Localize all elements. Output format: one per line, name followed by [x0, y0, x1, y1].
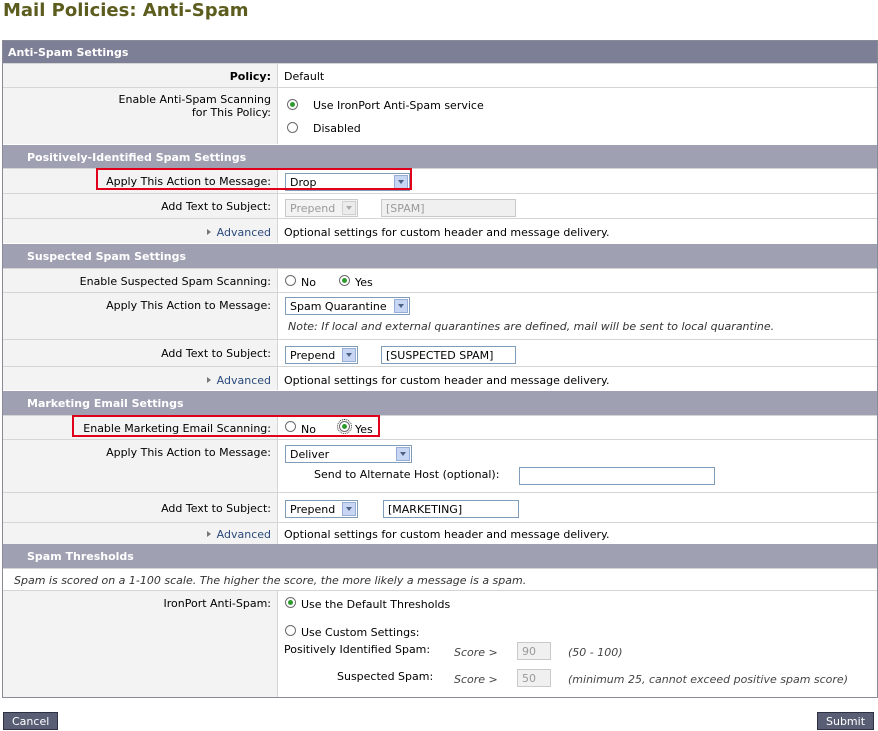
- marketing-advanced-row: Advanced Optional settings for custom he…: [3, 522, 877, 544]
- positive-score-prefix: Score >: [454, 646, 498, 659]
- positive-advanced-description: Optional settings for custom header and …: [284, 226, 610, 239]
- marketing-advanced-link[interactable]: Advanced: [206, 528, 271, 541]
- marketing-section-header: Marketing Email Settings: [3, 391, 877, 415]
- policy-value: Default: [284, 70, 325, 83]
- spam-thresholds-section-header: Spam Thresholds: [3, 544, 877, 568]
- suspected-advanced-row: Advanced Optional settings for custom he…: [3, 366, 877, 390]
- chevron-down-icon: [394, 299, 408, 313]
- positive-threshold-input[interactable]: 90: [517, 642, 551, 660]
- suspected-enable-row: Enable Suspected Spam Scanning: No Yes: [3, 268, 877, 292]
- positive-subject-mode-value: Prepend: [290, 202, 336, 215]
- suspected-subject-text-input[interactable]: [SUSPECTED SPAM]: [381, 346, 516, 364]
- thresholds-settings-row: IronPort Anti-Spam: Use the Default Thre…: [3, 590, 877, 697]
- suspected-advanced-label[interactable]: Advanced: [217, 374, 271, 387]
- suspected-spam-section-header: Suspected Spam Settings: [3, 244, 877, 268]
- submit-button[interactable]: Submit: [817, 712, 875, 730]
- suspected-subject-row: Add Text to Subject: Prepend [SUSPECTED …: [3, 339, 877, 366]
- suspected-subject-mode-select[interactable]: Prepend: [285, 346, 358, 364]
- positive-spam-section-header: Positively-Identified Spam Settings: [3, 145, 877, 168]
- alternate-host-input[interactable]: [519, 467, 715, 485]
- suspected-advanced-description: Optional settings for custom header and …: [284, 374, 610, 387]
- suspected-threshold-label: Suspected Spam:: [337, 670, 434, 683]
- positive-action-highlight: [96, 168, 412, 190]
- anti-spam-panel: Anti-Spam Settings Policy: Default Enabl…: [2, 40, 878, 698]
- marketing-subject-mode-select[interactable]: Prepend: [285, 500, 358, 518]
- suspected-action-row: Apply This Action to Message: Spam Quara…: [3, 292, 877, 339]
- positive-subject-mode-select[interactable]: Prepend: [285, 199, 358, 217]
- page-title: Mail Policies: Anti-Spam: [3, 0, 249, 21]
- default-thresholds-radio[interactable]: [285, 597, 296, 608]
- marketing-subject-mode-value: Prepend: [290, 503, 336, 516]
- marketing-action-value: Deliver: [290, 448, 330, 461]
- marketing-action-label: Apply This Action to Message:: [106, 446, 271, 459]
- custom-settings-radio[interactable]: [285, 625, 296, 636]
- marketing-advanced-label[interactable]: Advanced: [217, 528, 271, 541]
- positive-threshold-range: (50 - 100): [568, 646, 623, 659]
- enable-antispam-label-line2: for This Policy:: [191, 106, 271, 119]
- enable-antispam-label-line1: Enable Anti-Spam Scanning: [118, 93, 271, 106]
- positive-advanced-label[interactable]: Advanced: [217, 226, 271, 239]
- chevron-down-icon: [342, 502, 356, 516]
- suspected-yes-radio[interactable]: [339, 275, 350, 286]
- ironport-service-label[interactable]: Use IronPort Anti-Spam service: [313, 99, 484, 112]
- suspected-no-radio[interactable]: [285, 275, 296, 286]
- marketing-subject-text-input[interactable]: [MARKETING]: [383, 500, 519, 518]
- positive-advanced-row: Advanced Optional settings for custom he…: [3, 218, 877, 243]
- disabled-label[interactable]: Disabled: [313, 122, 361, 135]
- marketing-action-row: Apply This Action to Message: Deliver Se…: [3, 439, 877, 492]
- marketing-subject-row: Add Text to Subject: Prepend [MARKETING]: [3, 492, 877, 522]
- suspected-subject-mode-value: Prepend: [290, 349, 336, 362]
- suspected-threshold-range: (minimum 25, cannot exceed positive spam…: [568, 673, 848, 686]
- chevron-down-icon: [396, 447, 410, 461]
- positive-threshold-label: Positively Identified Spam:: [284, 643, 431, 656]
- positive-subject-row: Add Text to Subject: Prepend [SPAM]: [3, 193, 877, 218]
- anti-spam-settings-header: Anti-Spam Settings: [3, 41, 877, 63]
- suspected-score-prefix: Score >: [454, 673, 498, 686]
- marketing-advanced-description: Optional settings for custom header and …: [284, 528, 610, 541]
- suspected-threshold-input[interactable]: 50: [517, 669, 551, 687]
- positive-subject-text-input[interactable]: [SPAM]: [381, 199, 516, 217]
- chevron-down-icon: [342, 348, 356, 362]
- suspected-yes-label[interactable]: Yes: [355, 276, 373, 289]
- expand-triangle-icon: [206, 377, 211, 383]
- suspected-advanced-link[interactable]: Advanced: [206, 374, 271, 387]
- cancel-button[interactable]: Cancel: [3, 712, 59, 730]
- marketing-subject-label: Add Text to Subject:: [161, 502, 271, 515]
- thresholds-scale-note: Spam is scored on a 1-100 scale. The hig…: [14, 574, 527, 587]
- enable-antispam-row: Enable Anti-Spam Scanning for This Polic…: [3, 87, 877, 144]
- suspected-subject-label: Add Text to Subject:: [161, 347, 271, 360]
- suspected-action-select[interactable]: Spam Quarantine: [285, 297, 410, 315]
- chevron-down-icon: [342, 201, 356, 215]
- disabled-radio[interactable]: [287, 122, 298, 133]
- positive-advanced-link[interactable]: Advanced: [206, 226, 271, 239]
- custom-settings-label[interactable]: Use Custom Settings:: [301, 626, 420, 639]
- suspected-action-value: Spam Quarantine: [290, 300, 387, 313]
- default-thresholds-label[interactable]: Use the Default Thresholds: [301, 598, 450, 611]
- suspected-enable-label: Enable Suspected Spam Scanning:: [79, 275, 271, 288]
- suspected-action-label: Apply This Action to Message:: [106, 299, 271, 312]
- thresholds-note-row: Spam is scored on a 1-100 scale. The hig…: [3, 568, 877, 590]
- marketing-enable-highlight: [72, 415, 380, 437]
- suspected-quarantine-note: Note: If local and external quarantines …: [288, 320, 775, 333]
- ironport-antispam-label: IronPort Anti-Spam:: [163, 597, 272, 610]
- alternate-host-label: Send to Alternate Host (optional):: [314, 468, 500, 481]
- expand-triangle-icon: [206, 531, 211, 537]
- suspected-no-label[interactable]: No: [301, 276, 316, 289]
- positive-subject-label: Add Text to Subject:: [161, 200, 271, 213]
- policy-row: Policy: Default: [3, 63, 877, 87]
- expand-triangle-icon: [206, 229, 211, 235]
- marketing-action-select[interactable]: Deliver: [285, 445, 412, 463]
- ironport-service-radio[interactable]: [287, 99, 298, 110]
- policy-label: Policy:: [229, 70, 271, 83]
